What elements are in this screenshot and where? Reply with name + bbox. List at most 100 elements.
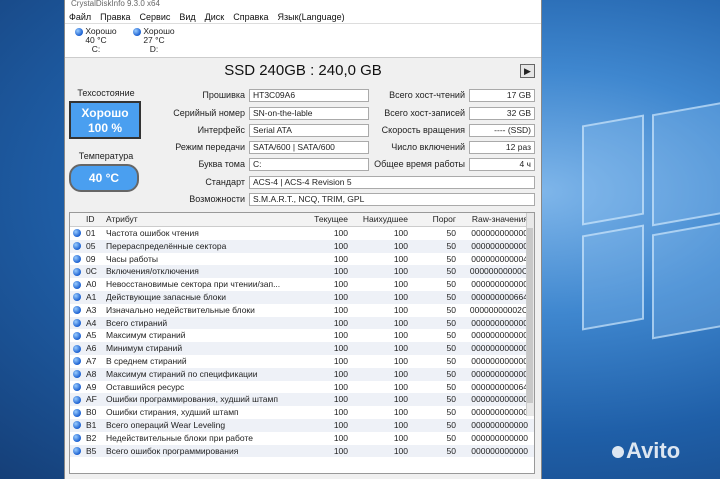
status-dot-icon <box>73 293 81 302</box>
dot-cell <box>70 342 86 355</box>
power-hours-label: Общее время работы <box>374 159 465 169</box>
attr-name: Оставшийся ресурс <box>106 381 185 392</box>
table-row[interactable]: 0C Включения/отключения 100 100 50 0000000000… <box>70 265 534 279</box>
dot-cell <box>70 329 86 342</box>
table-scrollbar[interactable] <box>526 213 534 416</box>
attr-current: 100 <box>333 419 348 430</box>
attr-id: A7 <box>86 355 97 366</box>
attr-threshold: 50 <box>446 419 456 430</box>
status-dot-icon <box>73 395 81 404</box>
attr-id: B0 <box>86 407 97 418</box>
menu-help[interactable]: Справка <box>233 12 268 22</box>
status-dot-icon <box>73 318 81 327</box>
status-dot-icon <box>73 306 81 315</box>
attr-name: Всего ошибок программирования <box>106 445 239 456</box>
interface-value: Serial ATA <box>249 124 369 137</box>
attr-id: AF <box>86 394 97 405</box>
table-row[interactable]: B0 Ошибки стирания, худший штамп 100 100 50 0… <box>70 406 534 419</box>
health-status: Хорошо <box>81 106 129 120</box>
menu-language[interactable]: Язык(Language) <box>278 12 345 22</box>
dot-cell <box>70 419 86 432</box>
dot-cell <box>70 406 86 419</box>
attr-threshold: 50 <box>446 368 456 379</box>
attr-name: Перераспределённые сектора <box>106 240 227 251</box>
col-id[interactable]: ID <box>86 213 106 226</box>
col-raw[interactable]: Raw-значения <box>456 213 528 226</box>
attr-current: 100 <box>333 240 348 251</box>
table-row[interactable]: A4 Всего стираний 100 100 50 000000000000 <box>70 316 534 330</box>
table-row[interactable]: A1 Действующие запасные блоки 100 100 50 0000… <box>70 290 534 304</box>
table-row[interactable]: 01 Частота ошибок чтения 100 100 50 000000000… <box>70 227 534 240</box>
attr-threshold: 50 <box>446 343 456 354</box>
menu-edit[interactable]: Правка <box>100 12 130 22</box>
attr-threshold: 50 <box>446 381 456 392</box>
table-row[interactable]: A8 Максимум стираний по спецификации 100 10… <box>70 367 534 381</box>
table-row[interactable]: A7 В среднем стираний 100 100 50 000000000000 <box>70 355 534 368</box>
status-dot-icon <box>73 344 81 353</box>
menu-view[interactable]: Вид <box>179 12 195 22</box>
attr-current: 100 <box>333 291 348 302</box>
table-row[interactable]: A0 Невосстановимые сектора при чтении/зап… <box>70 278 534 291</box>
attr-threshold: 50 <box>446 317 456 328</box>
temperature-label: Температура <box>78 151 134 161</box>
attr-name: Действующие запасные блоки <box>106 291 226 302</box>
col-threshold[interactable]: Порог <box>408 213 456 226</box>
status-column: Техсостояние Хорошо 100 % Температура 40… <box>69 88 143 192</box>
dot-cell <box>70 304 86 317</box>
attr-worst: 100 <box>393 330 408 341</box>
drive-tab-d[interactable]: Хорошо 27 °C D: <box>125 24 183 57</box>
col-current[interactable]: Текущее <box>296 213 348 226</box>
attr-worst: 100 <box>393 445 408 456</box>
attr-worst: 100 <box>393 355 408 366</box>
table-row[interactable]: B5 Всего ошибок программирования 100 100 50 0… <box>70 444 534 458</box>
attr-name: Всего стираний <box>106 317 168 328</box>
next-disk-button[interactable]: ▶ <box>520 64 535 78</box>
dot-cell <box>70 265 86 278</box>
status-dot-icon <box>73 408 81 417</box>
table-row[interactable]: 05 Перераспределённые сектора 100 100 50 0000… <box>70 239 534 253</box>
attr-id: 09 <box>86 253 96 264</box>
table-row[interactable]: A9 Оставшийся ресурс 100 100 50 000000000064 <box>70 381 534 394</box>
windows-logo <box>560 101 720 380</box>
attr-raw: 000000000064 <box>471 381 528 392</box>
attr-raw: 000000000004 <box>471 253 528 264</box>
attr-name: Максимум стираний по спецификации <box>106 368 258 379</box>
attr-name: Всего операций Wear Leveling <box>106 419 226 430</box>
table-row[interactable]: AF Ошибки программирования, худший штамп 1… <box>70 393 534 407</box>
drive-letter-label: Буква тома <box>198 159 245 169</box>
temperature-box[interactable]: 40 °C <box>69 164 139 192</box>
col-attribute[interactable]: Атрибут <box>106 213 296 226</box>
attr-threshold: 50 <box>446 228 456 238</box>
table-row[interactable]: B2 Недействительные блоки при работе 100 10… <box>70 432 534 445</box>
scrollbar-thumb[interactable] <box>527 228 533 403</box>
watermark-text: Avito <box>626 438 681 463</box>
table-body: 01 Частота ошибок чтения 100 100 50 000000000… <box>70 227 534 458</box>
interface-label: Интерфейс <box>197 125 245 135</box>
table-row[interactable]: 09 Часы работы 100 100 50 000000000004 <box>70 253 534 266</box>
attr-id: A3 <box>86 304 97 315</box>
firmware-value: HT3C09A6 <box>249 89 369 102</box>
serial-label: Серийный номер <box>173 108 245 118</box>
drive-tab-c[interactable]: Хорошо 40 °C C: <box>67 24 125 57</box>
attr-worst: 100 <box>393 253 408 264</box>
attr-name: Максимум стираний <box>106 330 186 341</box>
menu-file[interactable]: Файл <box>69 12 91 22</box>
drive-selector: Хорошо 40 °C C: Хорошо 27 °C D: <box>65 24 541 58</box>
health-status-box[interactable]: Хорошо 100 % <box>69 101 141 139</box>
firmware-label: Прошивка <box>202 90 245 100</box>
host-reads-label: Всего хост-чтений <box>389 90 465 100</box>
attr-worst: 100 <box>393 419 408 430</box>
menu-disk[interactable]: Диск <box>205 12 225 22</box>
attr-raw: 000000000000 <box>471 419 528 430</box>
menu-service[interactable]: Сервис <box>140 12 171 22</box>
smart-table: ID Атрибут Текущее Наихудшее Порог Raw-з… <box>69 212 535 474</box>
attr-threshold: 50 <box>446 432 456 443</box>
table-row[interactable]: A5 Максимум стираний 100 100 50 000000000000 <box>70 329 534 342</box>
attr-current: 100 <box>333 330 348 341</box>
table-row[interactable]: A6 Минимум стираний 100 100 50 000000000000 <box>70 342 534 355</box>
table-row[interactable]: A3 Изначально недействительные блоки 100 10… <box>70 304 534 317</box>
attr-threshold: 50 <box>446 394 456 405</box>
dot-cell <box>70 381 86 394</box>
col-worst[interactable]: Наихудшее <box>348 213 408 226</box>
table-row[interactable]: B1 Всего операций Wear Leveling 100 100 50 00… <box>70 418 534 432</box>
